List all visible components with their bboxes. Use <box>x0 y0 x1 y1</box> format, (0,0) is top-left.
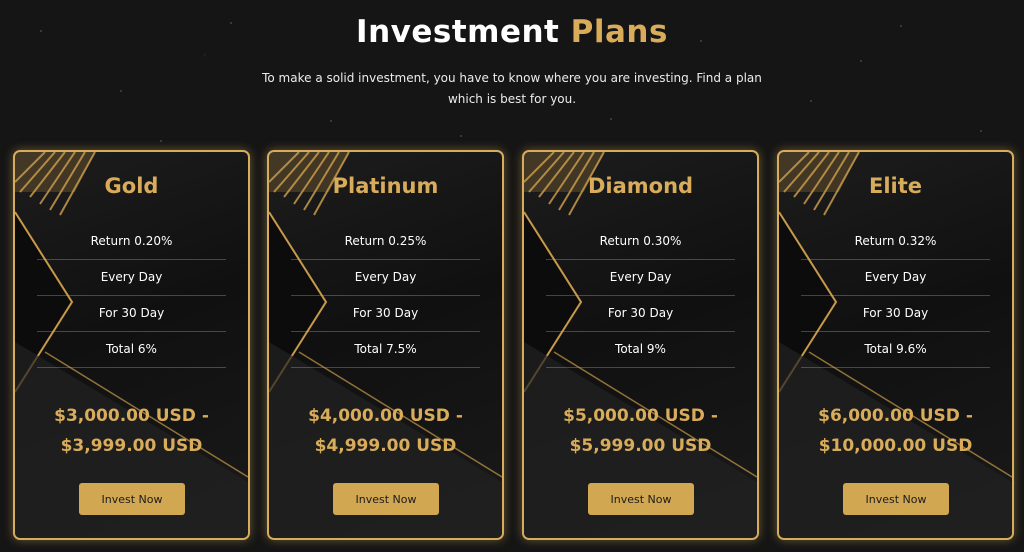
plan-price-from: $5,000.00 USD - <box>563 406 718 426</box>
plan-card-elite: Elite Return 0.32% Every Day For 30 Day … <box>777 150 1014 540</box>
plan-price-to: $3,999.00 USD <box>60 436 203 456</box>
plan-duration: For 30 Day <box>37 295 226 332</box>
plan-name: Gold <box>104 174 159 198</box>
plan-price-from: $3,000.00 USD - <box>54 406 209 426</box>
plan-return: Return 0.30% <box>546 223 735 260</box>
plan-total: Total 9.6% <box>801 331 990 368</box>
plan-return: Return 0.25% <box>291 223 480 260</box>
plan-price-to: $5,999.00 USD <box>569 436 712 456</box>
invest-now-button[interactable]: Invest Now <box>333 483 439 515</box>
invest-now-button[interactable]: Invest Now <box>79 483 185 515</box>
plan-total: Total 6% <box>37 331 226 368</box>
title-main: Investment <box>356 14 560 50</box>
plan-card-gold: Gold Return 0.20% Every Day For 30 Day T… <box>13 150 250 540</box>
plan-price-from: $6,000.00 USD - <box>818 406 973 426</box>
plan-total: Total 7.5% <box>291 331 480 368</box>
plan-name: Diamond <box>587 174 694 198</box>
plan-frequency: Every Day <box>291 259 480 296</box>
plan-frequency: Every Day <box>546 259 735 296</box>
plan-return: Return 0.20% <box>37 223 226 260</box>
section-title: Investment Plans <box>0 14 1024 50</box>
plan-card-diamond: Diamond Return 0.30% Every Day For 30 Da… <box>522 150 759 540</box>
plan-duration: For 30 Day <box>801 295 990 332</box>
plan-name: Elite <box>868 174 923 198</box>
invest-now-button[interactable]: Invest Now <box>843 483 949 515</box>
plan-price-from: $4,000.00 USD - <box>308 406 463 426</box>
plan-name: Platinum <box>332 174 439 198</box>
plan-price-to: $10,000.00 USD <box>818 436 973 456</box>
plan-total: Total 9% <box>546 331 735 368</box>
section-subtitle: To make a solid investment, you have to … <box>262 71 762 106</box>
plan-price-to: $4,999.00 USD <box>314 436 457 456</box>
plan-return: Return 0.32% <box>801 223 990 260</box>
plan-frequency: Every Day <box>37 259 226 296</box>
page: Investment Plans To make a solid investm… <box>0 0 1024 552</box>
plan-card-platinum: Platinum Return 0.25% Every Day For 30 D… <box>267 150 504 540</box>
invest-now-button[interactable]: Invest Now <box>588 483 694 515</box>
plan-frequency: Every Day <box>801 259 990 296</box>
title-accent: Plans <box>570 14 668 50</box>
plan-duration: For 30 Day <box>291 295 480 332</box>
plan-duration: For 30 Day <box>546 295 735 332</box>
